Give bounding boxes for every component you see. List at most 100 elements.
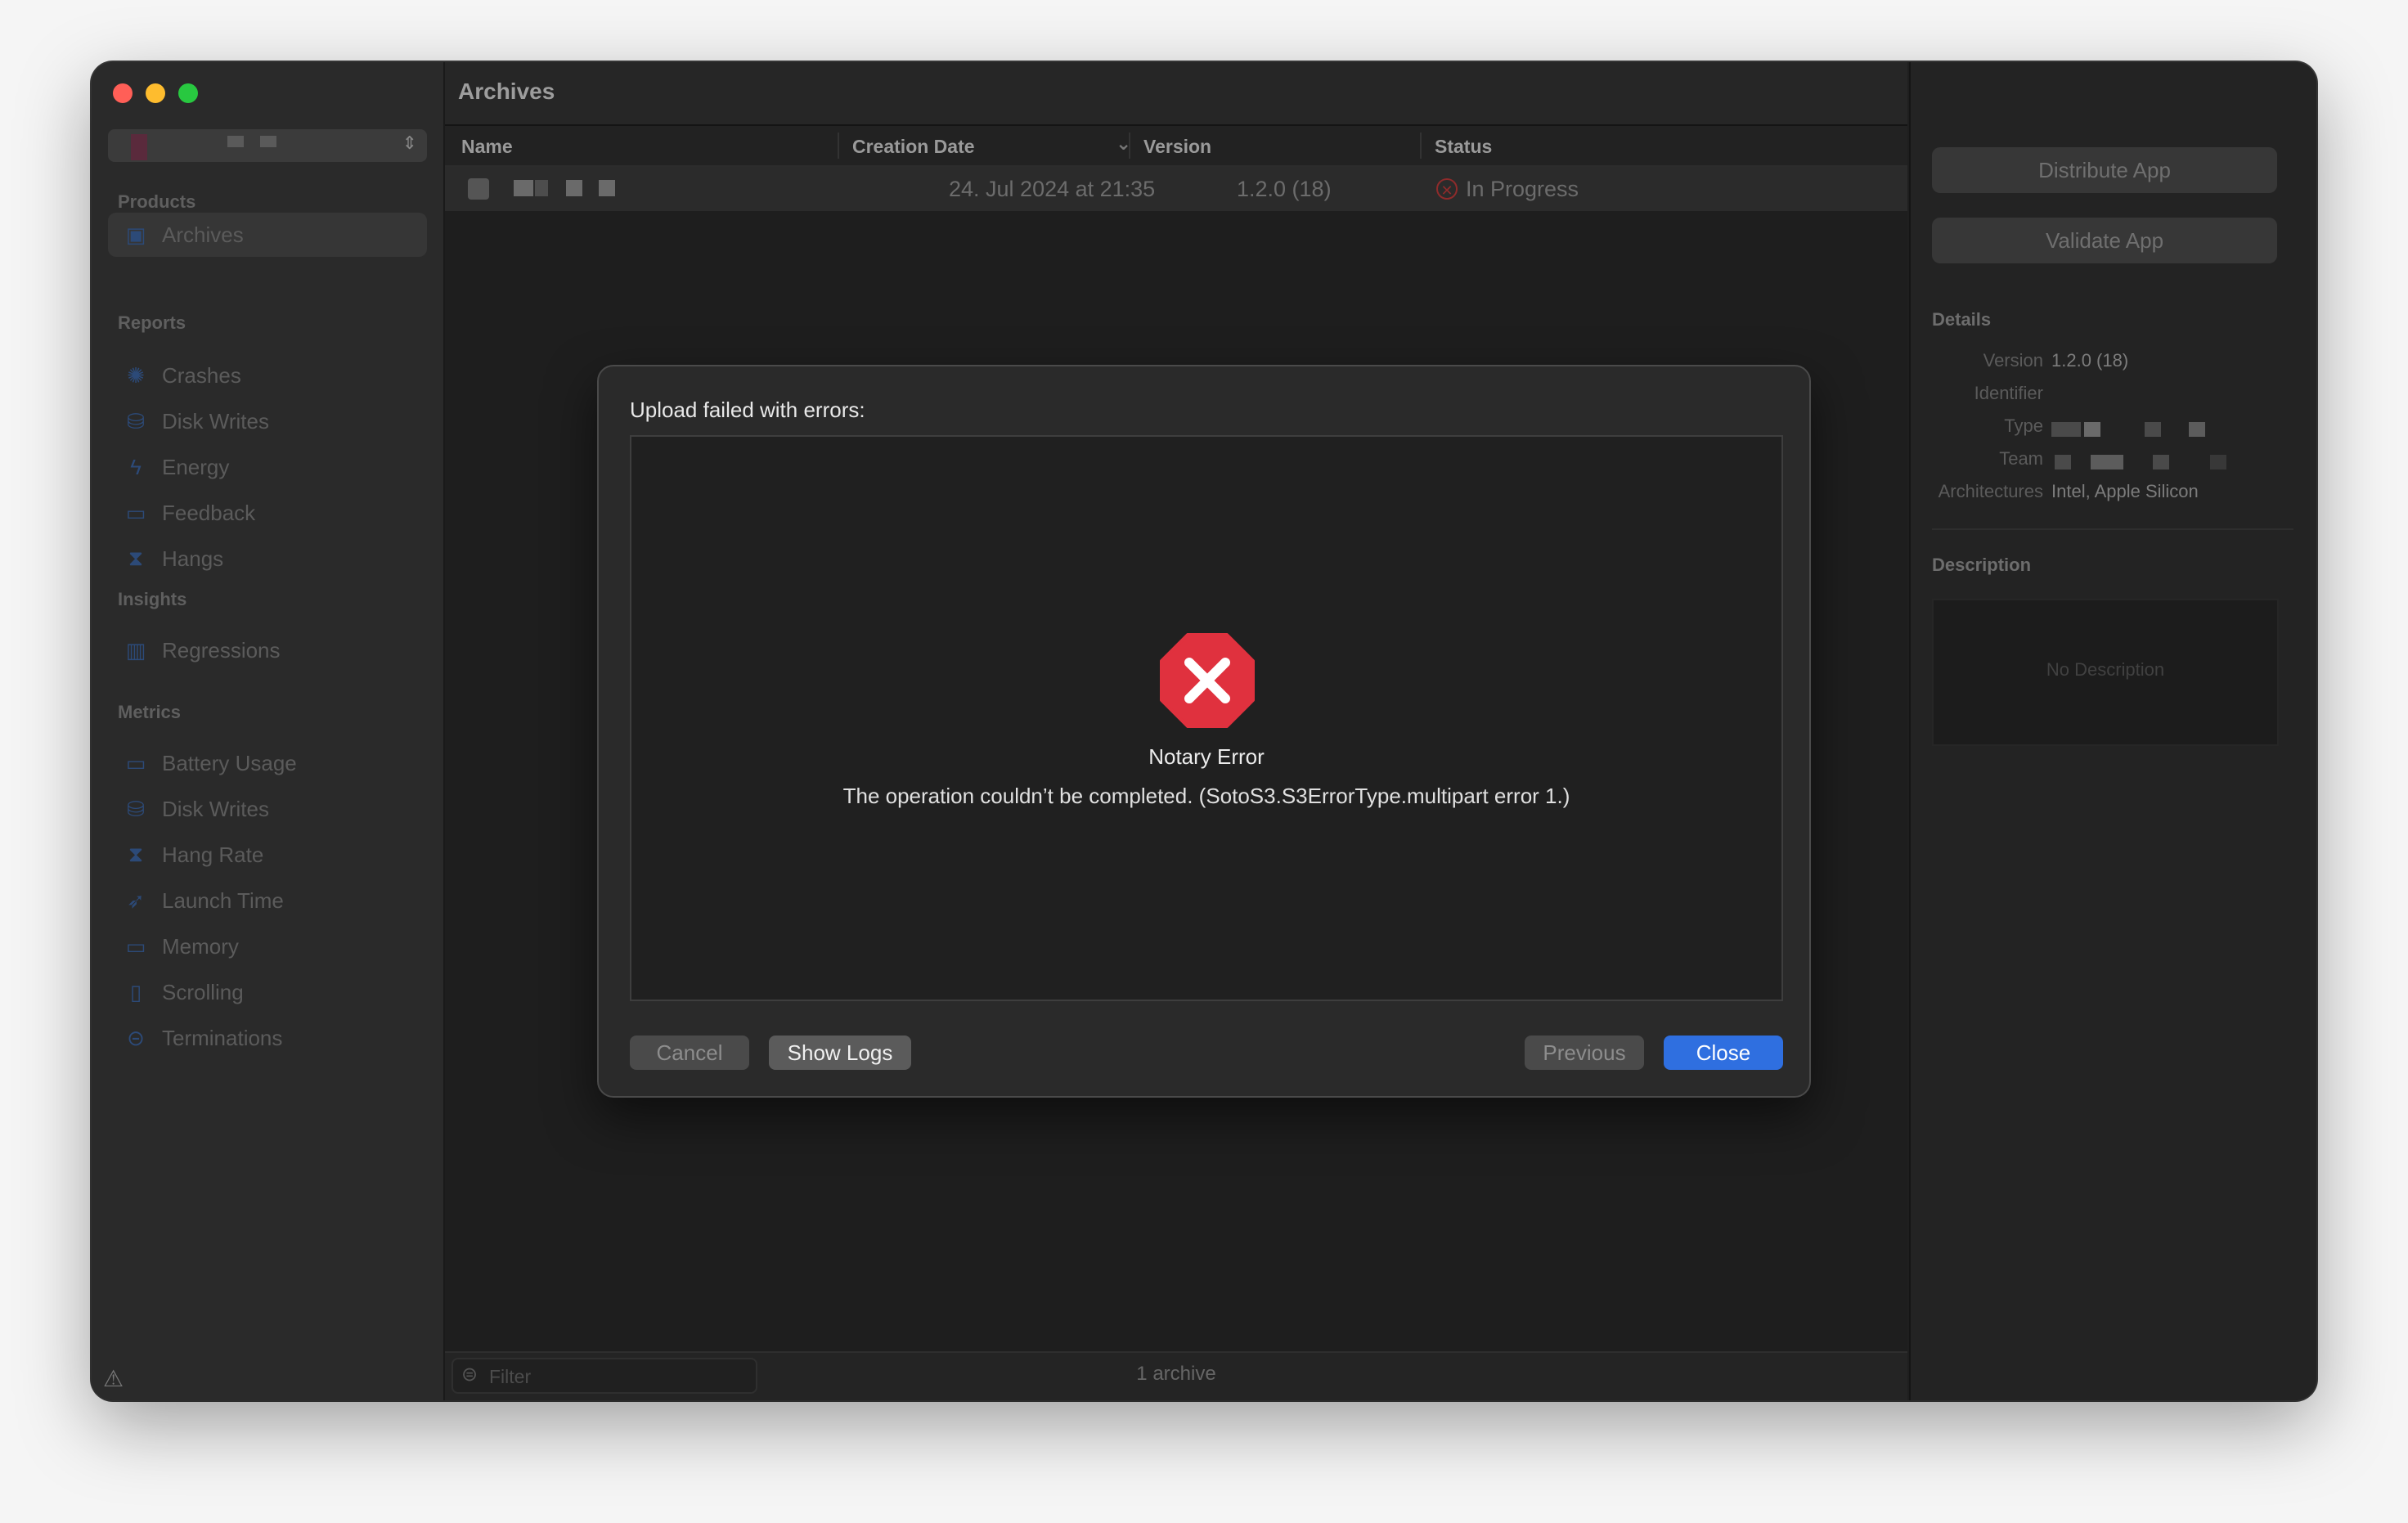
sidebar-item-terminations[interactable]: ⊝ Terminations <box>108 1016 427 1060</box>
sidebar-item-label: Battery Usage <box>162 750 297 775</box>
section-label-metrics: Metrics <box>118 702 182 722</box>
column-separator <box>1420 133 1422 159</box>
sidebar-item-hangs[interactable]: ⧗ Hangs <box>108 537 427 581</box>
hourglass-icon: ⧗ <box>128 546 144 570</box>
error-message: The operation couldn’t be completed. (So… <box>842 784 1570 808</box>
crash-icon: ✺ <box>127 362 145 388</box>
redacted-block <box>2210 455 2226 469</box>
description-placeholder: No Description <box>2046 659 2165 680</box>
validate-app-button[interactable]: Validate App <box>1932 218 2277 263</box>
error-octagon-icon <box>1160 633 1255 728</box>
identifier-label: Identifier <box>1974 383 2043 403</box>
sidebar-item-disk-writes[interactable]: ⛁ Disk Writes <box>108 399 427 443</box>
sidebar-item-label: Terminations <box>162 1025 283 1050</box>
upload-error-dialog: Upload failed with errors: Notary Error … <box>597 365 1811 1098</box>
sidebar-item-label: Launch Time <box>162 887 284 913</box>
column-header-creation-date[interactable]: Creation Date <box>852 136 975 158</box>
redacted-name-block <box>599 180 615 196</box>
app-picker[interactable]: ⇕ <box>108 129 427 162</box>
battery-icon: ▭ <box>125 750 146 775</box>
error-circle-icon: ✕ <box>1436 178 1458 200</box>
details-heading: Details <box>1932 309 1992 330</box>
disk-icon: ⛁ <box>127 408 145 434</box>
sidebar: ⇕ Products ▣ Archives Reports ✺ Crashes … <box>92 62 445 1400</box>
version-value: 1.2.0 (18) <box>2051 350 2129 371</box>
column-separator <box>838 133 839 159</box>
redacted-name-block <box>514 180 533 196</box>
column-separator <box>1129 133 1130 159</box>
version-cell: 1.2.0 (18) <box>1237 177 1332 201</box>
sidebar-item-label: Crashes <box>162 362 241 388</box>
divider <box>1932 528 2293 530</box>
error-content-area: Notary Error The operation couldn’t be c… <box>630 435 1783 1001</box>
close-button[interactable]: Close <box>1664 1036 1783 1070</box>
type-label: Type <box>2004 416 2043 436</box>
column-header-name[interactable]: Name <box>461 136 513 158</box>
redacted-block <box>2153 455 2169 469</box>
creation-date-cell: 24. Jul 2024 at 21:35 <box>949 177 1156 201</box>
scroll-icon: ▯ <box>129 979 142 1004</box>
sidebar-item-archives[interactable]: ▣ Archives <box>108 213 427 257</box>
sidebar-item-label: Disk Writes <box>162 796 269 821</box>
zoom-window-button[interactable] <box>178 83 198 103</box>
window-title: Archives <box>458 79 555 104</box>
close-window-button[interactable] <box>113 83 133 103</box>
rocket-icon: ➶ <box>127 887 145 913</box>
redacted-block <box>2091 455 2123 469</box>
sidebar-item-label: Regressions <box>162 637 281 663</box>
disk-icon: ⛁ <box>127 796 145 821</box>
table-row[interactable]: 24. Jul 2024 at 21:35 1.2.0 (18) ✕ In Pr… <box>445 167 1907 211</box>
toolbar: Archives <box>445 62 1907 126</box>
sidebar-item-crashes[interactable]: ✺ Crashes <box>108 353 427 398</box>
redacted-block <box>2145 422 2161 437</box>
redacted-block <box>2189 422 2205 437</box>
termination-icon: ⊝ <box>127 1025 145 1050</box>
redacted-block <box>2084 422 2100 437</box>
archive-count: 1 archive <box>1136 1363 1216 1385</box>
sidebar-item-label: Feedback <box>162 500 256 525</box>
team-label: Team <box>1999 448 2043 469</box>
distribute-app-button[interactable]: Distribute App <box>1932 147 2277 193</box>
sidebar-item-energy[interactable]: ϟ Energy <box>108 445 427 489</box>
chevron-updown-icon: ⇕ <box>402 133 417 153</box>
redacted-block <box>227 136 244 147</box>
previous-button[interactable]: Previous <box>1525 1036 1644 1070</box>
description-field[interactable]: No Description <box>1932 599 2279 746</box>
sidebar-item-memory[interactable]: ▭ Memory <box>108 924 427 968</box>
table-header: Name Creation Date ⌄ Version Status <box>445 126 1907 167</box>
error-title: Notary Error <box>1148 744 1265 769</box>
archive-box-icon: ▣ <box>125 222 146 247</box>
sidebar-item-label: Hangs <box>162 546 224 571</box>
redacted-block <box>260 136 276 147</box>
architectures-value: Intel, Apple Silicon <box>2051 481 2199 501</box>
bolt-icon: ϟ <box>130 454 142 479</box>
app-icon <box>468 178 489 200</box>
dialog-title: Upload failed with errors: <box>630 398 865 422</box>
section-label-insights: Insights <box>118 589 187 609</box>
feedback-icon: ▭ <box>125 500 146 525</box>
sidebar-item-battery-usage[interactable]: ▭ Battery Usage <box>108 741 427 785</box>
app-icon-redacted <box>131 134 147 160</box>
cancel-button[interactable]: Cancel <box>630 1036 749 1070</box>
redacted-name-block <box>566 180 582 196</box>
sidebar-item-scrolling[interactable]: ▯ Scrolling <box>108 970 427 1014</box>
warning-icon[interactable]: ⚠ <box>103 1365 124 1392</box>
sidebar-item-feedback[interactable]: ▭ Feedback <box>108 491 427 535</box>
bar-chart-icon: ▥ <box>125 637 146 663</box>
sidebar-item-metrics-disk-writes[interactable]: ⛁ Disk Writes <box>108 787 427 831</box>
minimize-window-button[interactable] <box>146 83 165 103</box>
sidebar-item-launch-time[interactable]: ➶ Launch Time <box>108 878 427 923</box>
sidebar-item-regressions[interactable]: ▥ Regressions <box>108 628 427 672</box>
status-cell: In Progress <box>1466 177 1579 201</box>
sidebar-item-hang-rate[interactable]: ⧗ Hang Rate <box>108 833 427 877</box>
show-logs-button[interactable]: Show Logs <box>769 1036 911 1070</box>
column-header-version[interactable]: Version <box>1143 136 1211 158</box>
sidebar-item-label: Memory <box>162 933 239 959</box>
memory-icon: ▭ <box>125 933 146 959</box>
sidebar-item-label: Scrolling <box>162 979 244 1004</box>
bottom-bar: ⊜ Filter 1 archive <box>445 1351 1907 1400</box>
sidebar-item-label: Disk Writes <box>162 408 269 434</box>
section-label-reports: Reports <box>118 312 186 333</box>
column-header-status[interactable]: Status <box>1435 136 1492 158</box>
section-label-products: Products <box>118 191 196 212</box>
